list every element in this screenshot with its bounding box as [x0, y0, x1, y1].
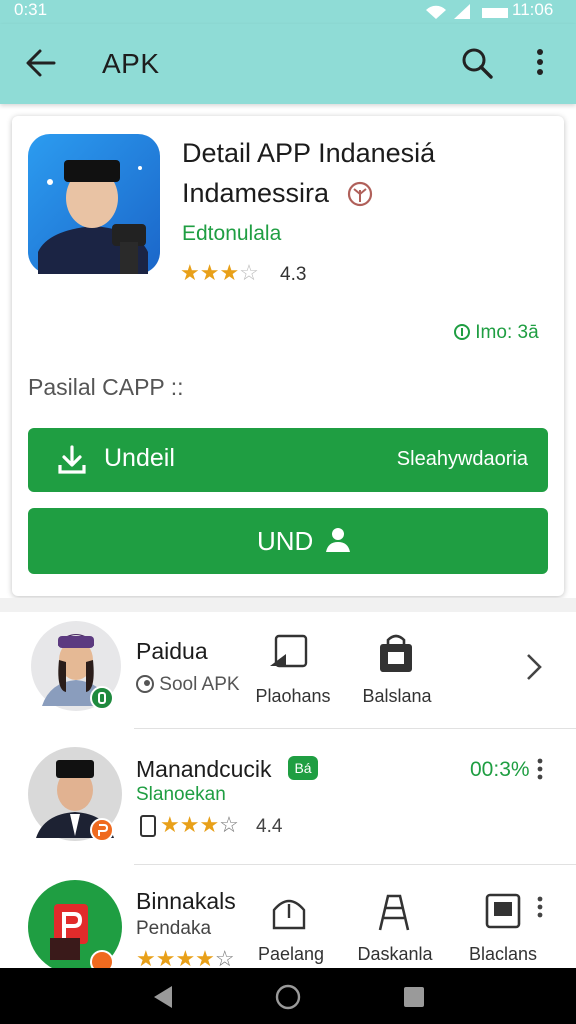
more-vert-icon[interactable]: [533, 46, 547, 80]
status-time-right: 11:06: [512, 0, 554, 19]
image-frame-icon: [485, 893, 521, 929]
verified-emblem-icon: [347, 181, 373, 207]
feature-label: Daskanla: [357, 944, 433, 964]
status-badge: [90, 818, 114, 842]
apk-icon: [136, 675, 154, 693]
list-item-percent: 00:3%: [470, 758, 530, 781]
user-upload-icon: [326, 528, 350, 552]
app-icon[interactable]: [28, 134, 160, 274]
status-bar: 0:31 11:06: [0, 0, 576, 24]
list-item[interactable]: Binnakals Pendaka ★★★★☆ Paelang Daskanla…: [0, 866, 576, 968]
list-item-name: Paidua: [136, 638, 208, 664]
list-item[interactable]: Manandcucik Bá Slanoekan ★★★☆ 4.4 00:3%: [0, 730, 576, 864]
bag-icon: [380, 634, 412, 672]
download-icon: [58, 445, 86, 474]
recents-nav-icon[interactable]: [402, 985, 426, 1009]
info-circle-icon: [454, 324, 470, 340]
app-bar-title: APK: [102, 48, 160, 79]
list-item-developer: Pendaka: [136, 918, 212, 939]
download-button-label: Undeil: [104, 444, 175, 472]
status-badge: [90, 950, 114, 968]
app-rating-stars: ★★★☆: [180, 260, 259, 285]
home-nav-icon[interactable]: [274, 983, 302, 1011]
category-badge: Bá: [288, 756, 318, 780]
list-item-developer: Slanoekan: [136, 784, 226, 805]
feature-label: Plaohans: [255, 686, 331, 706]
list-item-sub: Sool APK: [136, 674, 240, 696]
battery-icon: [482, 8, 508, 18]
chevron-right-icon[interactable]: [522, 652, 546, 682]
status-time-left: 0:31: [14, 0, 48, 19]
install-button[interactable]: UND: [28, 508, 548, 574]
back-arrow-icon[interactable]: [24, 46, 58, 80]
download-button-right-label: Sleahywdaoria: [396, 448, 528, 470]
list-item-name: Binnakals: [136, 888, 236, 914]
search-icon[interactable]: [460, 46, 494, 80]
list-item-rating: 4.4: [256, 816, 283, 837]
app-title-line1: Detail APP Indanesiá: [182, 138, 436, 168]
app-developer[interactable]: Edtonulala: [182, 222, 281, 246]
app-rating-value: 4.3: [280, 264, 307, 285]
info-badge-text: Imo: 3ā: [475, 322, 539, 343]
signal-icon: [454, 4, 470, 19]
feature-label: Balslana: [362, 686, 432, 706]
back-nav-icon[interactable]: [150, 984, 174, 1010]
system-nav-bar: [0, 968, 576, 1024]
list-item[interactable]: Paidua Sool APK Plaohans Balslana: [0, 612, 576, 728]
feature-label: Blaclans: [468, 944, 538, 964]
more-vert-icon[interactable]: [534, 896, 546, 918]
app-detail-card: Detail APP Indanesiá Indamessira Edtonul…: [12, 116, 564, 596]
feature-label: Paelang: [257, 944, 325, 964]
download-button[interactable]: Undeil Sleahywdaoria: [28, 428, 548, 492]
list-divider: [134, 728, 576, 729]
list-divider: [134, 864, 576, 865]
list-item-stars: ★★★☆: [160, 812, 239, 837]
app-title-line2: Indamessira: [182, 178, 330, 208]
app-bar: APK: [0, 24, 576, 104]
phone-icon: [140, 815, 156, 837]
tower-icon: [378, 894, 410, 931]
install-button-label: UND: [257, 526, 314, 556]
status-badge: [90, 686, 114, 710]
list-item-name: Manandcucik: [136, 756, 272, 782]
section-label: Pasilal CAPP ::: [28, 374, 184, 400]
status-icons: [426, 4, 508, 20]
list-item-stars: ★★★★☆: [136, 946, 235, 968]
more-vert-icon[interactable]: [534, 758, 546, 780]
wifi-icon: [426, 5, 446, 20]
info-badge: Imo: 3ā: [454, 322, 539, 344]
section-separator: [0, 598, 576, 612]
tablet-icon: [270, 634, 308, 668]
headphones-icon: [272, 899, 306, 930]
